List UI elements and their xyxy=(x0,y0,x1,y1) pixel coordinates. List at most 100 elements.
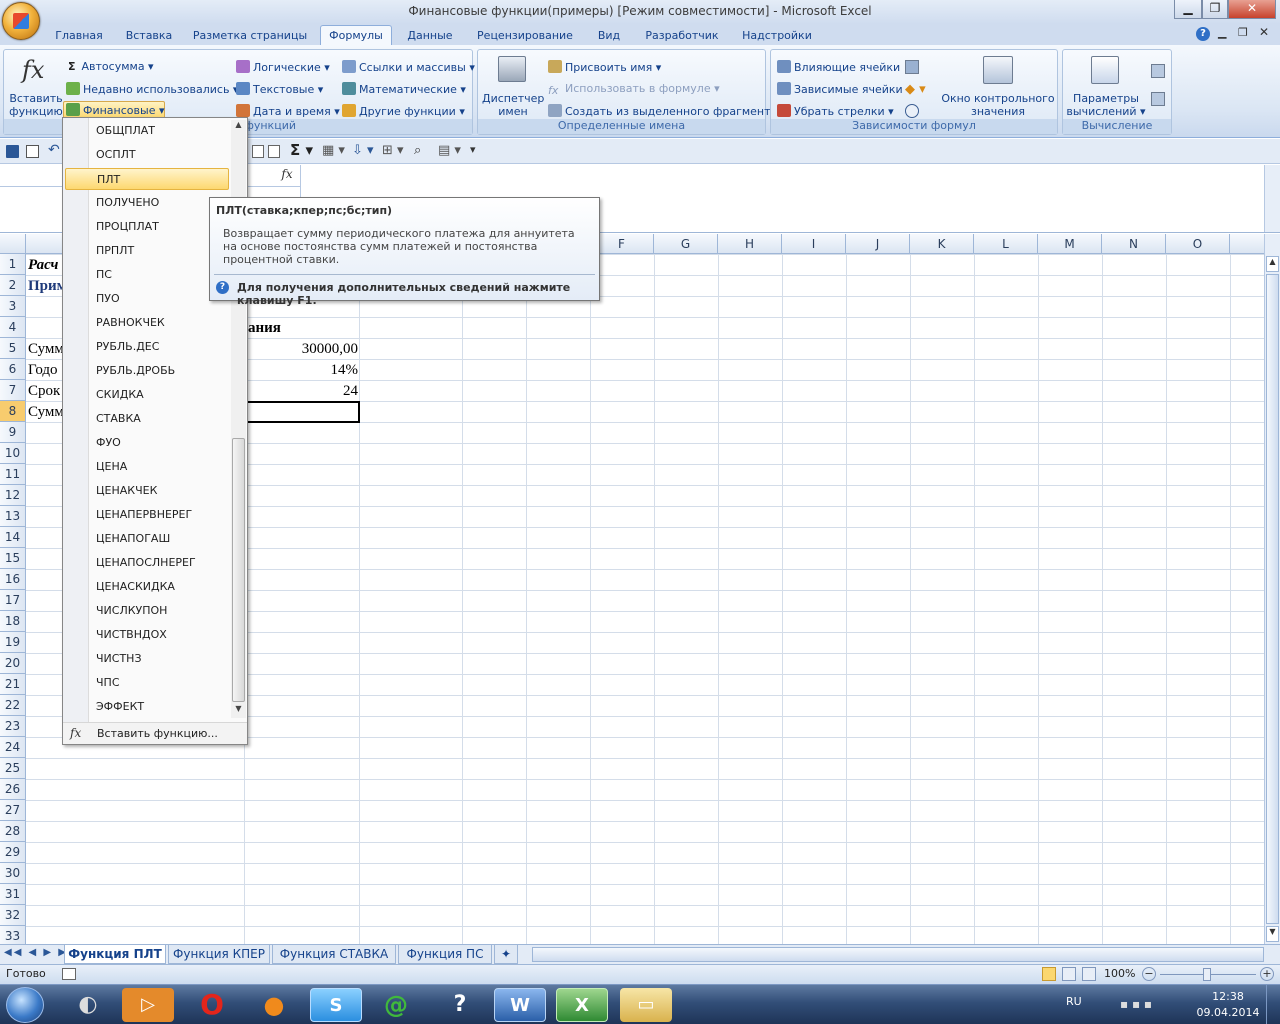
zoom-slider-thumb[interactable] xyxy=(1203,968,1211,981)
calc-now-icon[interactable] xyxy=(1151,64,1165,78)
new-doc-icon[interactable] xyxy=(252,145,264,158)
row-header-14[interactable]: 14 xyxy=(0,527,26,548)
menu-item-cenaskidka[interactable]: ЦЕНАСКИДКА xyxy=(65,576,229,598)
office-button[interactable] xyxy=(2,2,40,40)
error-check-icon[interactable]: ◆ ▾ xyxy=(905,82,926,97)
menu-item-rubl-des[interactable]: РУБЛЬ.ДЕС xyxy=(65,336,229,358)
explorer-icon[interactable]: ▭ xyxy=(620,988,672,1022)
row-header-6[interactable]: 6 xyxy=(0,359,26,380)
sheet-tab-kper[interactable]: Функция КПЕР xyxy=(168,945,270,964)
column-header-n[interactable]: N xyxy=(1102,234,1166,254)
word-icon[interactable]: W xyxy=(494,988,546,1022)
menu-item-ravnokchek[interactable]: РАВНОКЧЕК xyxy=(65,312,229,334)
scroll-down-icon[interactable]: ▼ xyxy=(1266,926,1279,942)
input-language[interactable]: RU xyxy=(1066,995,1082,1008)
menu-scroll-thumb[interactable] xyxy=(232,438,245,702)
menu-item-puo[interactable]: ПУО xyxy=(65,288,229,310)
cell-a5[interactable]: Сумм xyxy=(28,339,64,359)
menu-item-cena[interactable]: ЦЕНА xyxy=(65,456,229,478)
tab-addins[interactable]: Надстройки xyxy=(734,28,820,46)
menu-item-cenapervnereg[interactable]: ЦЕНАПЕРВНЕРЕГ xyxy=(65,504,229,526)
menu-item-rubl-drob[interactable]: РУБЛЬ.ДРОБЬ xyxy=(65,360,229,382)
row-header-29[interactable]: 29 xyxy=(0,842,26,863)
cell-a1[interactable]: Расч xyxy=(28,255,58,275)
media-player-icon[interactable]: ▷ xyxy=(122,988,174,1022)
tab-view[interactable]: Вид xyxy=(588,28,630,46)
minimize-button[interactable]: ▁ xyxy=(1174,0,1202,19)
menu-item-obshplat[interactable]: ОБЩПЛАТ xyxy=(65,120,229,142)
trace-precedents-button[interactable]: Влияющие ячейки xyxy=(777,60,900,74)
column-header-g[interactable]: G xyxy=(654,234,718,254)
help-icon[interactable]: ? xyxy=(1196,27,1210,41)
row-header-9[interactable]: 9 xyxy=(0,422,26,443)
remove-arrows-button[interactable]: Убрать стрелки ▾ xyxy=(777,104,894,118)
row-header-24[interactable]: 24 xyxy=(0,737,26,758)
menu-item-polucheno[interactable]: ПОЛУЧЕНО xyxy=(65,192,229,214)
tab-insert[interactable]: Вставка xyxy=(118,28,180,46)
clock-date[interactable]: 09.04.2014 xyxy=(1196,1006,1260,1019)
autosum-button[interactable]: Σ Автосумма ▾ xyxy=(68,60,154,73)
recent-button[interactable]: Недавно использовались ▾ xyxy=(66,82,238,96)
column-header-h[interactable]: H xyxy=(718,234,782,254)
row-header-15[interactable]: 15 xyxy=(0,548,26,569)
format-table-icon[interactable]: ▤ ▾ xyxy=(438,143,461,158)
restore-button[interactable]: ❐ xyxy=(1202,0,1228,19)
download-icon[interactable]: ⇩ ▾ xyxy=(352,143,374,158)
column-header-i[interactable]: I xyxy=(782,234,846,254)
zoom-in-icon[interactable]: + xyxy=(1260,967,1274,981)
show-desktop-button[interactable] xyxy=(1266,985,1280,1024)
insert-sheet-icon[interactable]: ✦ xyxy=(494,945,518,964)
cell-c7[interactable]: 24 xyxy=(248,381,358,401)
datetime-button[interactable]: Дата и время ▾ xyxy=(236,104,340,118)
row-header-13[interactable]: 13 xyxy=(0,506,26,527)
fx-icon[interactable]: fx xyxy=(276,167,298,185)
name-manager-button[interactable]: Диспетчер имен xyxy=(482,92,544,118)
menu-item-ps[interactable]: ПС xyxy=(65,264,229,286)
horizontal-scrollbar[interactable] xyxy=(532,947,1264,962)
cell-a8[interactable]: Сумм xyxy=(28,402,64,422)
column-header-l[interactable]: L xyxy=(974,234,1038,254)
menu-scroll-down-icon[interactable]: ▼ xyxy=(231,704,246,718)
row-header-7[interactable]: 7 xyxy=(0,380,26,401)
tab-home[interactable]: Главная xyxy=(48,28,110,46)
lookup-button[interactable]: Ссылки и массивы ▾ xyxy=(342,60,475,74)
cell-a7[interactable]: Срок xyxy=(28,381,60,401)
row-header-28[interactable]: 28 xyxy=(0,821,26,842)
help-icon[interactable]: ? xyxy=(434,988,486,1022)
row-header-30[interactable]: 30 xyxy=(0,863,26,884)
other-functions-button[interactable]: Другие функции ▾ xyxy=(342,104,465,118)
menu-scroll-up-icon[interactable]: ▲ xyxy=(231,120,246,134)
tab-data[interactable]: Данные xyxy=(398,28,462,46)
menu-item-procplat[interactable]: ПРОЦПЛАТ xyxy=(65,216,229,238)
column-header-m[interactable]: M xyxy=(1038,234,1102,254)
opera-icon[interactable]: O xyxy=(186,988,238,1022)
clock-time[interactable]: 12:38 xyxy=(1200,990,1256,1003)
menu-item-prplt[interactable]: ПРПЛТ xyxy=(65,240,229,262)
workbook-restore-icon[interactable]: ❐ xyxy=(1238,26,1248,39)
sheet-tab-ps[interactable]: Функция ПС xyxy=(398,945,492,964)
borders-icon[interactable]: ▦ ▾ xyxy=(322,143,345,158)
excel-icon[interactable]: X xyxy=(556,988,608,1022)
speaker-icon[interactable]: ◐ xyxy=(62,988,114,1022)
menu-item-stavka[interactable]: СТАВКА xyxy=(65,408,229,430)
start-orb-icon[interactable] xyxy=(6,987,44,1023)
row-header-2[interactable]: 2 xyxy=(0,275,26,296)
menu-item-fuo[interactable]: ФУО xyxy=(65,432,229,454)
undo-icon[interactable]: ↶ xyxy=(48,142,60,158)
tab-review[interactable]: Рецензирование xyxy=(470,28,580,46)
menu-item-chistnz[interactable]: ЧИСТНЗ xyxy=(65,648,229,670)
row-header-20[interactable]: 20 xyxy=(0,653,26,674)
menu-item-effekt[interactable]: ЭФФЕКТ xyxy=(65,696,229,718)
sheet-tab-stavka[interactable]: Функция СТАВКА xyxy=(272,945,396,964)
math-button[interactable]: Математические ▾ xyxy=(342,82,466,96)
column-header-j[interactable]: J xyxy=(846,234,910,254)
evaluate-formula-icon[interactable] xyxy=(905,104,919,118)
cell-c6[interactable]: 14% xyxy=(248,360,359,380)
menu-item-cenaposlnereg[interactable]: ЦЕНАПОСЛНЕРЕГ xyxy=(65,552,229,574)
row-header-31[interactable]: 31 xyxy=(0,884,26,905)
row-header-22[interactable]: 22 xyxy=(0,695,26,716)
firefox-icon[interactable]: ● xyxy=(248,988,300,1022)
row-header-10[interactable]: 10 xyxy=(0,443,26,464)
row-header-17[interactable]: 17 xyxy=(0,590,26,611)
row-header-26[interactable]: 26 xyxy=(0,779,26,800)
